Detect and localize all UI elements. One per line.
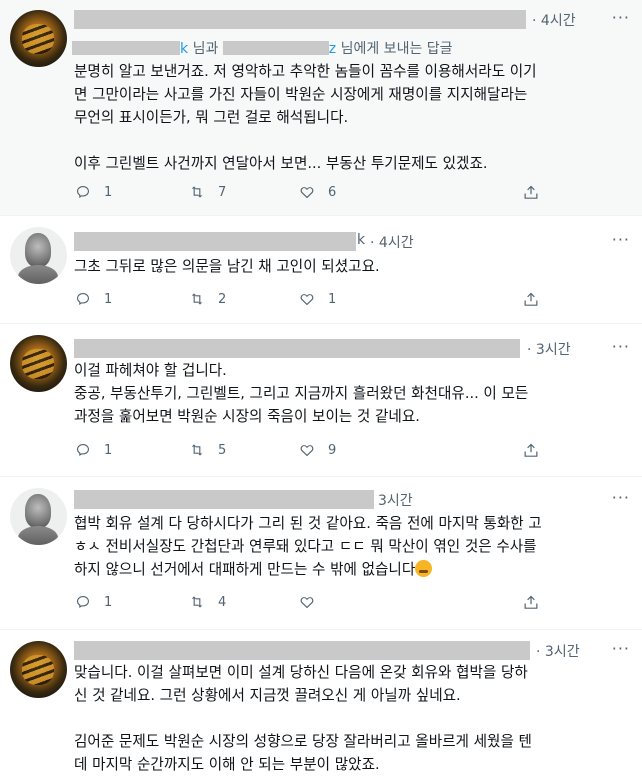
- avatar[interactable]: [10, 335, 67, 392]
- tweet[interactable]: · 3시간 ··· 이걸 파헤쳐야 할 겁니다. 중공, 부동산투기, 그린벨트…: [0, 325, 642, 477]
- redacted-username: [74, 10, 526, 29]
- like-button[interactable]: 1: [298, 290, 336, 308]
- tweet-text: 협박 회유 설계 다 당하시다가 그리 된 것 같아요. 죽음 전에 마지막 통…: [74, 515, 542, 578]
- redacted-username: [74, 641, 530, 660]
- timestamp[interactable]: · 3시간: [527, 339, 571, 359]
- tweet-actions: 1 4: [74, 593, 544, 615]
- tweet-text: 분명히 알고 보낸거죠. 저 영악하고 추악한 놈들이 꼼수를 이용해서라도 이…: [74, 63, 537, 172]
- redacted-username: [74, 490, 374, 509]
- more-options-icon[interactable]: ···: [612, 337, 630, 356]
- heart-icon: [300, 445, 314, 457]
- retweet-button[interactable]: 4: [188, 593, 226, 611]
- retweet-button[interactable]: 2: [188, 290, 226, 308]
- timestamp[interactable]: 3시간: [378, 490, 413, 510]
- more-options-icon[interactable]: ···: [612, 8, 630, 27]
- tweet-text: 이걸 파헤쳐야 할 겁니다. 중공, 부동산투기, 그린벨트, 그리고 지금까지…: [74, 362, 529, 425]
- retweet-icon: [191, 293, 203, 305]
- avatar[interactable]: [10, 227, 67, 284]
- redacted-username: [74, 339, 520, 358]
- retweet-icon: [191, 444, 203, 456]
- retweet-icon: [191, 596, 203, 608]
- like-button[interactable]: 9: [298, 441, 336, 459]
- heart-icon: [300, 187, 314, 199]
- tweet-text: 맞습니다. 이걸 살펴보면 이미 설계 당하신 다음에 온갖 회유와 협박을 당…: [74, 664, 532, 773]
- reply-button[interactable]: 1: [74, 593, 112, 611]
- reply-button[interactable]: 1: [74, 441, 112, 459]
- username-fragment: k: [357, 232, 366, 248]
- avatar[interactable]: [10, 641, 67, 698]
- share-button[interactable]: [522, 183, 540, 201]
- share-button[interactable]: [522, 290, 540, 308]
- tweet[interactable]: · 3시간 ··· 맞습니다. 이걸 살펴보면 이미 설계 당하신 다음에 온갖…: [0, 631, 642, 782]
- avatar[interactable]: [10, 10, 67, 67]
- share-icon: [524, 185, 538, 199]
- heart-icon: [300, 597, 314, 609]
- tweet[interactable]: 3시간 ··· 협박 회유 설계 다 당하시다가 그리 된 것 같아요. 죽음 …: [0, 478, 642, 630]
- tweet-actions: 1 5 9: [74, 441, 544, 463]
- more-options-icon[interactable]: ···: [612, 230, 630, 249]
- face-emoji-icon: [415, 560, 433, 577]
- reply-button[interactable]: 1: [74, 290, 112, 308]
- share-button[interactable]: [522, 441, 540, 459]
- tweet[interactable]: · 4시간 ··· k 님과 z 님에게 보내는 답글 분명히 알고 보낸거죠.…: [0, 0, 642, 216]
- reply-icon: [77, 293, 89, 305]
- share-icon: [524, 595, 538, 609]
- avatar[interactable]: [10, 488, 67, 545]
- more-options-icon[interactable]: ···: [612, 639, 630, 658]
- tweet-text: 그초 그뒤로 많은 의문을 남긴 채 고인이 되셨고요.: [74, 258, 380, 275]
- reply-icon: [77, 596, 89, 608]
- reply-to-line: k 님과 z 님에게 보내는 답글: [72, 38, 453, 58]
- more-options-icon[interactable]: ···: [612, 488, 630, 507]
- timestamp[interactable]: · 4시간: [370, 232, 414, 252]
- share-button[interactable]: [522, 593, 540, 611]
- timestamp[interactable]: · 4시간: [532, 10, 576, 30]
- like-button[interactable]: 6: [298, 183, 336, 201]
- reply-icon: [77, 186, 89, 198]
- retweet-icon: [191, 186, 203, 198]
- tweet-actions: 1 7 6: [74, 183, 544, 205]
- reply-icon: [77, 444, 89, 456]
- timestamp[interactable]: · 3시간: [536, 641, 580, 661]
- like-button[interactable]: [298, 593, 328, 611]
- tweet[interactable]: k · 4시간 ··· 그초 그뒤로 많은 의문을 남긴 채 고인이 되셨고요.…: [0, 217, 642, 324]
- share-icon: [524, 292, 538, 306]
- heart-icon: [300, 294, 314, 306]
- tweet-actions: 1 2 1: [74, 290, 544, 312]
- reply-button[interactable]: 1: [74, 183, 112, 201]
- retweet-button[interactable]: 7: [188, 183, 226, 201]
- redacted-username: [74, 232, 356, 251]
- share-icon: [524, 443, 538, 457]
- retweet-button[interactable]: 5: [188, 441, 226, 459]
